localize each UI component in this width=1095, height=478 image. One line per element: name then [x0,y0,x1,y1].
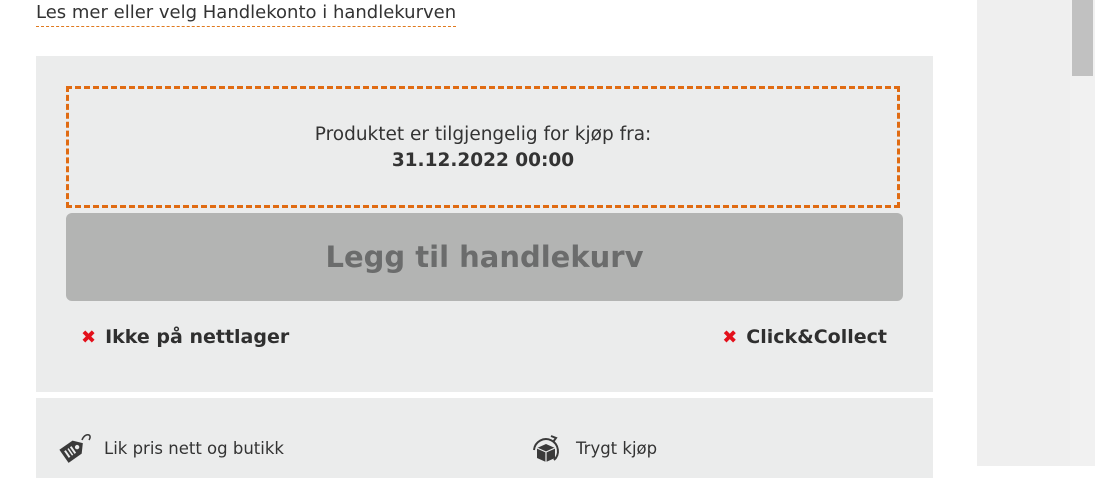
handlekonto-info-link[interactable]: Les mer eller velg Handlekonto i handlek… [36,2,457,27]
click-collect-label: Click&Collect [746,326,887,348]
availability-date: 31.12.2022 00:00 [391,150,575,171]
scrollbar-thumb[interactable] [1072,0,1093,76]
feature-label: Lik pris nett og butikk [104,438,284,458]
feature-secure-purchase: Trygt kjøp [524,428,657,468]
x-icon: ✖ [722,326,738,348]
online-stock-label: Ikke på nettlager [105,326,290,348]
availability-text: Produktet er tilgjengelig for kjøp fra: [314,124,652,145]
price-tag-icon [59,434,91,463]
feature-label: Trygt kjøp [576,438,658,458]
add-to-cart-button[interactable]: Legg til handlekurv [66,213,903,301]
online-stock-status: ✖ Ikke på nettlager [81,326,289,348]
purchase-panel: Produktet er tilgjengelig for kjøp fra: … [36,56,933,392]
features-panel: Lik pris nett og butikk Trygt kjøp [36,398,933,478]
availability-notice: Produktet er tilgjengelig for kjøp fra: … [66,86,900,208]
feature-same-price: Lik pris nett og butikk [52,428,284,468]
secure-package-icon [533,435,559,462]
click-collect-status: ✖ Click&Collect [722,326,887,348]
x-icon: ✖ [81,326,97,348]
